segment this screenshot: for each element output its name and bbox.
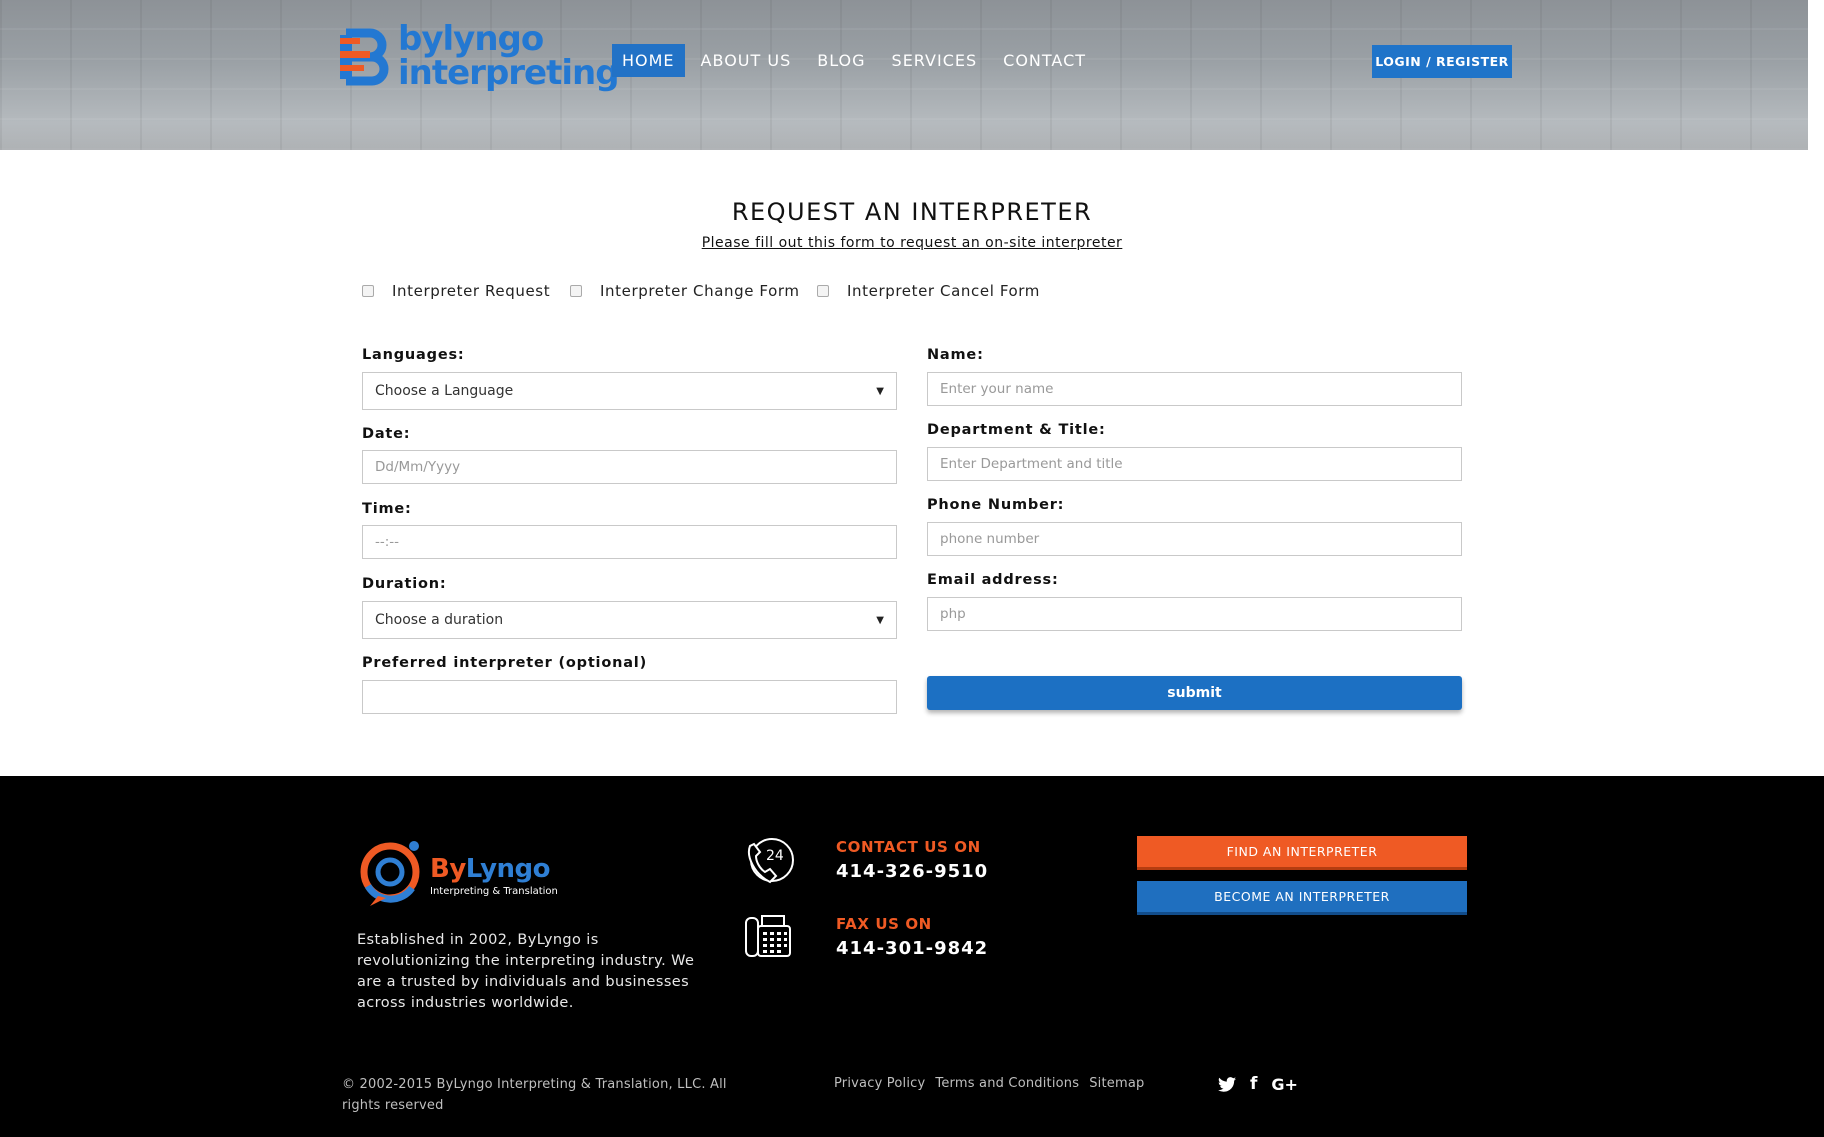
fax-us-heading: FAX US ON (836, 915, 932, 933)
phone-number-input[interactable]: phone number (927, 522, 1462, 556)
page-subtitle-text: Please fill out this form to request an … (701, 235, 1123, 251)
logo-mark-icon (340, 28, 389, 86)
date-input[interactable]: Dd/Mm/Yyyy (362, 450, 897, 484)
fax-machine-icon (744, 912, 794, 962)
footer-logo-text: ByLyngo (430, 854, 551, 884)
preferred-interpreter-input[interactable] (362, 680, 897, 714)
department-title-placeholder: Enter Department and title (940, 456, 1123, 472)
request-checkbox[interactable] (362, 285, 374, 297)
department-title-label: Department & Title: (927, 422, 1106, 438)
site-footer: ByLyngo Interpreting & Translation Estab… (0, 776, 1824, 1137)
name-input[interactable]: Enter your name (927, 372, 1462, 406)
page-title: REQUEST AN INTERPRETER (731, 198, 1093, 226)
time-input-placeholder: --:-- (375, 534, 400, 550)
email-address-placeholder: php (940, 606, 966, 622)
bylyngo-emblem-icon (360, 841, 420, 906)
logo-line-1: bylyngo (398, 19, 544, 59)
footer-logo-by: By (430, 854, 466, 884)
languages-select[interactable]: Choose a Language ▼ (362, 372, 897, 410)
copyright-text: © 2002-2015 ByLyngo Interpreting & Trans… (342, 1077, 727, 1113)
privacy-policy-link[interactable]: Privacy Policy (834, 1076, 925, 1091)
date-label: Date: (362, 426, 411, 442)
terms-conditions-link[interactable]: Terms and Conditions (935, 1076, 1079, 1091)
time-label: Time: (362, 501, 412, 517)
change-checkbox-label: Interpreter Change Form (600, 282, 800, 300)
header-shadow (0, 122, 1808, 150)
change-checkbox[interactable] (570, 285, 582, 297)
time-input[interactable]: --:-- (362, 525, 897, 559)
page-subtitle: Please fill out this form to request an … (0, 235, 1824, 251)
footer-links: Privacy Policy Terms and Conditions Site… (834, 1076, 1144, 1091)
preferred-interpreter-label: Preferred interpreter (optional) (362, 655, 647, 671)
name-label: Name: (927, 347, 984, 363)
social-links: f G+ (1218, 1074, 1298, 1094)
phone-number-placeholder: phone number (940, 531, 1040, 547)
nav-blog[interactable]: BLOG (807, 44, 875, 77)
duration-label: Duration: (362, 576, 447, 592)
nav-home[interactable]: HOME (612, 44, 685, 77)
phone-number-label: Phone Number: (927, 497, 1065, 513)
email-address-input[interactable]: php (927, 597, 1462, 631)
contact-us-heading: CONTACT US ON (836, 838, 981, 856)
become-interpreter-button[interactable]: BECOME AN INTERPRETER (1137, 881, 1467, 915)
fax-number: 414-301-9842 (836, 938, 989, 959)
footer-logo-subtitle: Interpreting & Translation (430, 886, 558, 897)
nav-about-us[interactable]: ABOUT US (691, 44, 802, 77)
duration-select[interactable]: Choose a duration ▼ (362, 601, 897, 639)
logo-text: bylyngo interpreting (398, 19, 620, 93)
footer-about-text: Established in 2002, ByLyngo is revoluti… (357, 932, 695, 1011)
contact-phone-number[interactable]: 414-326-9510 (836, 861, 988, 882)
sitemap-link[interactable]: Sitemap (1089, 1076, 1144, 1091)
request-checkbox-label: Interpreter Request (392, 282, 551, 300)
duration-select-value: Choose a duration (375, 612, 504, 628)
phone-24-icon: 24 (744, 836, 794, 886)
department-title-input[interactable]: Enter Department and title (927, 447, 1462, 481)
site-header: bylyngo interpreting HOME ABOUT US BLOG … (0, 0, 1808, 150)
footer-logo[interactable]: ByLyngo Interpreting & Translation (356, 836, 558, 912)
email-address-label: Email address: (927, 572, 1059, 588)
languages-label: Languages: (362, 347, 465, 363)
login-register-button[interactable]: LOGIN / REGISTER (1372, 45, 1512, 78)
nav-services[interactable]: SERVICES (882, 44, 988, 77)
form-type-request[interactable]: Interpreter Request (362, 282, 550, 300)
nav-contact[interactable]: CONTACT (993, 44, 1096, 77)
date-input-placeholder: Dd/Mm/Yyyy (375, 459, 461, 475)
chevron-down-icon: ▼ (876, 614, 884, 626)
cancel-checkbox-label: Interpreter Cancel Form (847, 282, 1041, 300)
logo-line-2: interpreting (398, 53, 620, 93)
main-nav: HOME ABOUT US BLOG SERVICES CONTACT (612, 44, 1102, 77)
languages-select-value: Choose a Language (375, 383, 514, 399)
chevron-down-icon: ▼ (876, 385, 884, 397)
submit-button[interactable]: submit (927, 676, 1462, 710)
facebook-icon[interactable]: f (1250, 1074, 1257, 1094)
twitter-icon[interactable] (1218, 1076, 1236, 1092)
find-interpreter-button[interactable]: FIND AN INTERPRETER (1137, 836, 1467, 870)
footer-logo-lyngo: Lyngo (465, 854, 551, 884)
form-type-change[interactable]: Interpreter Change Form (570, 282, 800, 300)
form-type-cancel[interactable]: Interpreter Cancel Form (817, 282, 1040, 300)
name-input-placeholder: Enter your name (940, 381, 1054, 397)
site-logo[interactable]: bylyngo interpreting (340, 22, 620, 96)
phone-24-badge: 24 (766, 848, 784, 864)
cancel-checkbox[interactable] (817, 285, 829, 297)
google-plus-icon[interactable]: G+ (1271, 1075, 1298, 1094)
